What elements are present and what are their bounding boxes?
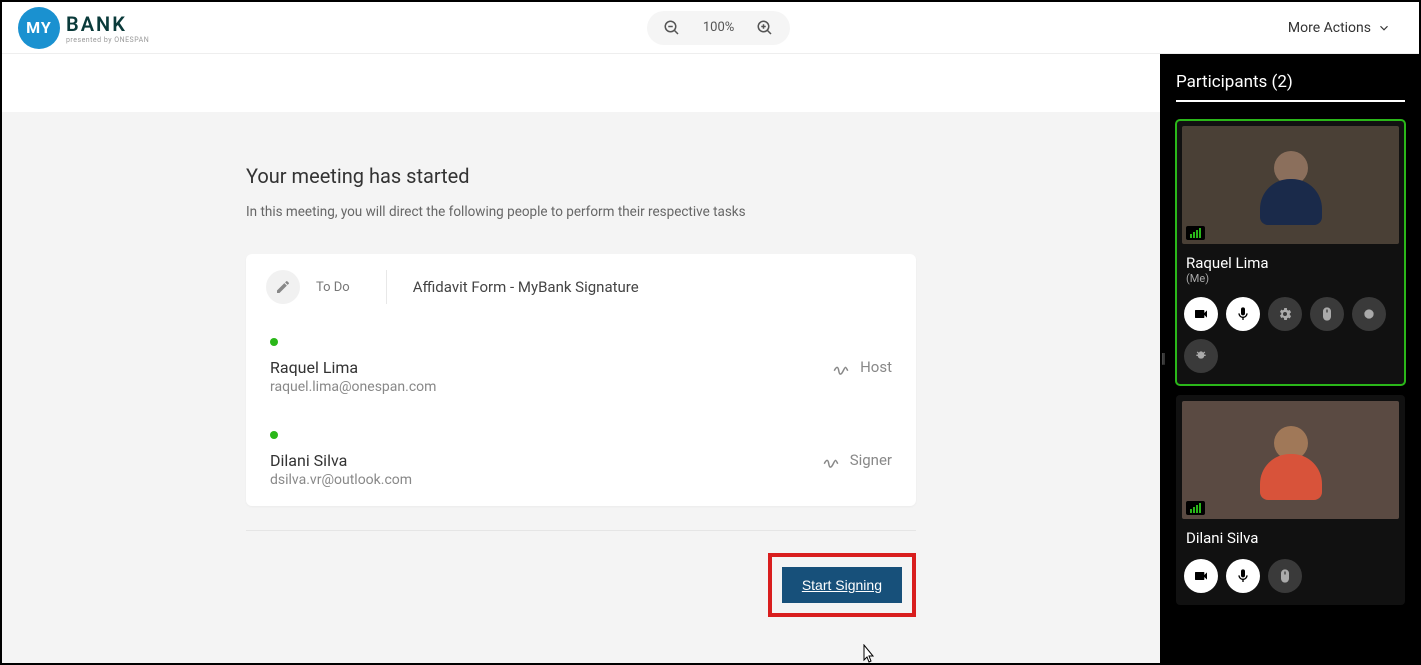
more-actions-dropdown[interactable]: More Actions	[1288, 20, 1403, 36]
zoom-out-button[interactable]	[661, 17, 683, 39]
logo-bank-text: BANK	[66, 12, 149, 36]
person-role: Host	[860, 358, 892, 376]
app-header: MY BANK presented by ONESPAN 100% More A…	[2, 2, 1419, 54]
start-signing-button[interactable]: Start Signing	[782, 567, 902, 603]
microphone-icon	[1235, 568, 1251, 584]
participant-card[interactable]: Raquel Lima (Me)	[1176, 120, 1405, 385]
debug-button[interactable]	[1184, 339, 1218, 373]
chevron-down-icon	[1377, 21, 1391, 35]
person-name: Raquel Lima	[270, 358, 436, 377]
microphone-toggle-button[interactable]	[1226, 297, 1260, 331]
person-email: raquel.lima@onespan.com	[270, 379, 436, 395]
logo-subtitle: presented by ONESPAN	[66, 36, 149, 44]
person-name: Dilani Silva	[270, 451, 412, 470]
signal-strength-icon	[1186, 501, 1205, 515]
zoom-in-button[interactable]	[754, 17, 776, 39]
record-button[interactable]	[1352, 297, 1386, 331]
logo-circle: MY	[18, 7, 60, 49]
brand-logo: MY BANK presented by ONESPAN	[18, 7, 149, 49]
participant-name: Raquel Lima	[1182, 254, 1399, 272]
participants-sidebar: Participants (2) Raquel Lima (Me)	[1160, 54, 1419, 663]
zoom-level: 100%	[703, 20, 734, 35]
video-thumbnail	[1182, 126, 1399, 244]
zoom-out-icon	[663, 19, 681, 37]
zoom-control: 100%	[647, 11, 790, 45]
online-indicator	[270, 338, 278, 346]
callout-highlight: Start Signing	[768, 553, 916, 617]
camera-icon	[1193, 568, 1209, 584]
task-card: To Do Affidavit Form - MyBank Signature …	[246, 254, 916, 506]
microphone-icon	[1235, 306, 1251, 322]
mouse-control-button[interactable]	[1268, 559, 1302, 593]
card-header: To Do Affidavit Form - MyBank Signature	[246, 254, 916, 320]
person-role: Signer	[850, 451, 892, 469]
mouse-icon	[1319, 306, 1335, 322]
participant-card[interactable]: Dilani Silva	[1176, 395, 1405, 605]
mouse-control-button[interactable]	[1310, 297, 1344, 331]
signal-strength-icon	[1186, 226, 1205, 240]
main-content-area: Your meeting has started In this meeting…	[2, 54, 1160, 663]
document-name: Affidavit Form - MyBank Signature	[387, 278, 639, 296]
online-indicator	[270, 431, 278, 439]
gear-icon	[1277, 306, 1293, 322]
microphone-toggle-button[interactable]	[1226, 559, 1260, 593]
camera-toggle-button[interactable]	[1184, 559, 1218, 593]
more-actions-label: More Actions	[1288, 20, 1371, 36]
camera-icon	[1193, 306, 1209, 322]
signature-icon	[832, 358, 850, 376]
page-title: Your meeting has started	[246, 164, 916, 188]
bug-icon	[1193, 348, 1209, 364]
page-subtitle: In this meeting, you will direct the fol…	[246, 204, 916, 220]
person-email: dsilva.vr@outlook.com	[270, 472, 412, 488]
zoom-in-icon	[756, 19, 774, 37]
divider	[246, 530, 916, 531]
signature-icon	[822, 451, 840, 469]
record-icon	[1362, 307, 1376, 321]
cursor-icon	[860, 644, 876, 664]
settings-button[interactable]	[1268, 297, 1302, 331]
participant-row: Raquel Lima raquel.lima@onespan.com Host	[246, 320, 916, 413]
todo-label: To Do	[316, 280, 350, 295]
participant-name: Dilani Silva	[1182, 529, 1399, 547]
mouse-icon	[1277, 568, 1293, 584]
camera-toggle-button[interactable]	[1184, 297, 1218, 331]
participant-row: Dilani Silva dsilva.vr@outlook.com Signe…	[246, 413, 916, 506]
participant-me-tag: (Me)	[1182, 272, 1399, 285]
pencil-icon	[266, 270, 300, 304]
participants-title: Participants (2)	[1176, 72, 1405, 102]
sidebar-resize-handle[interactable]: ||	[1161, 351, 1164, 367]
video-thumbnail	[1182, 401, 1399, 519]
